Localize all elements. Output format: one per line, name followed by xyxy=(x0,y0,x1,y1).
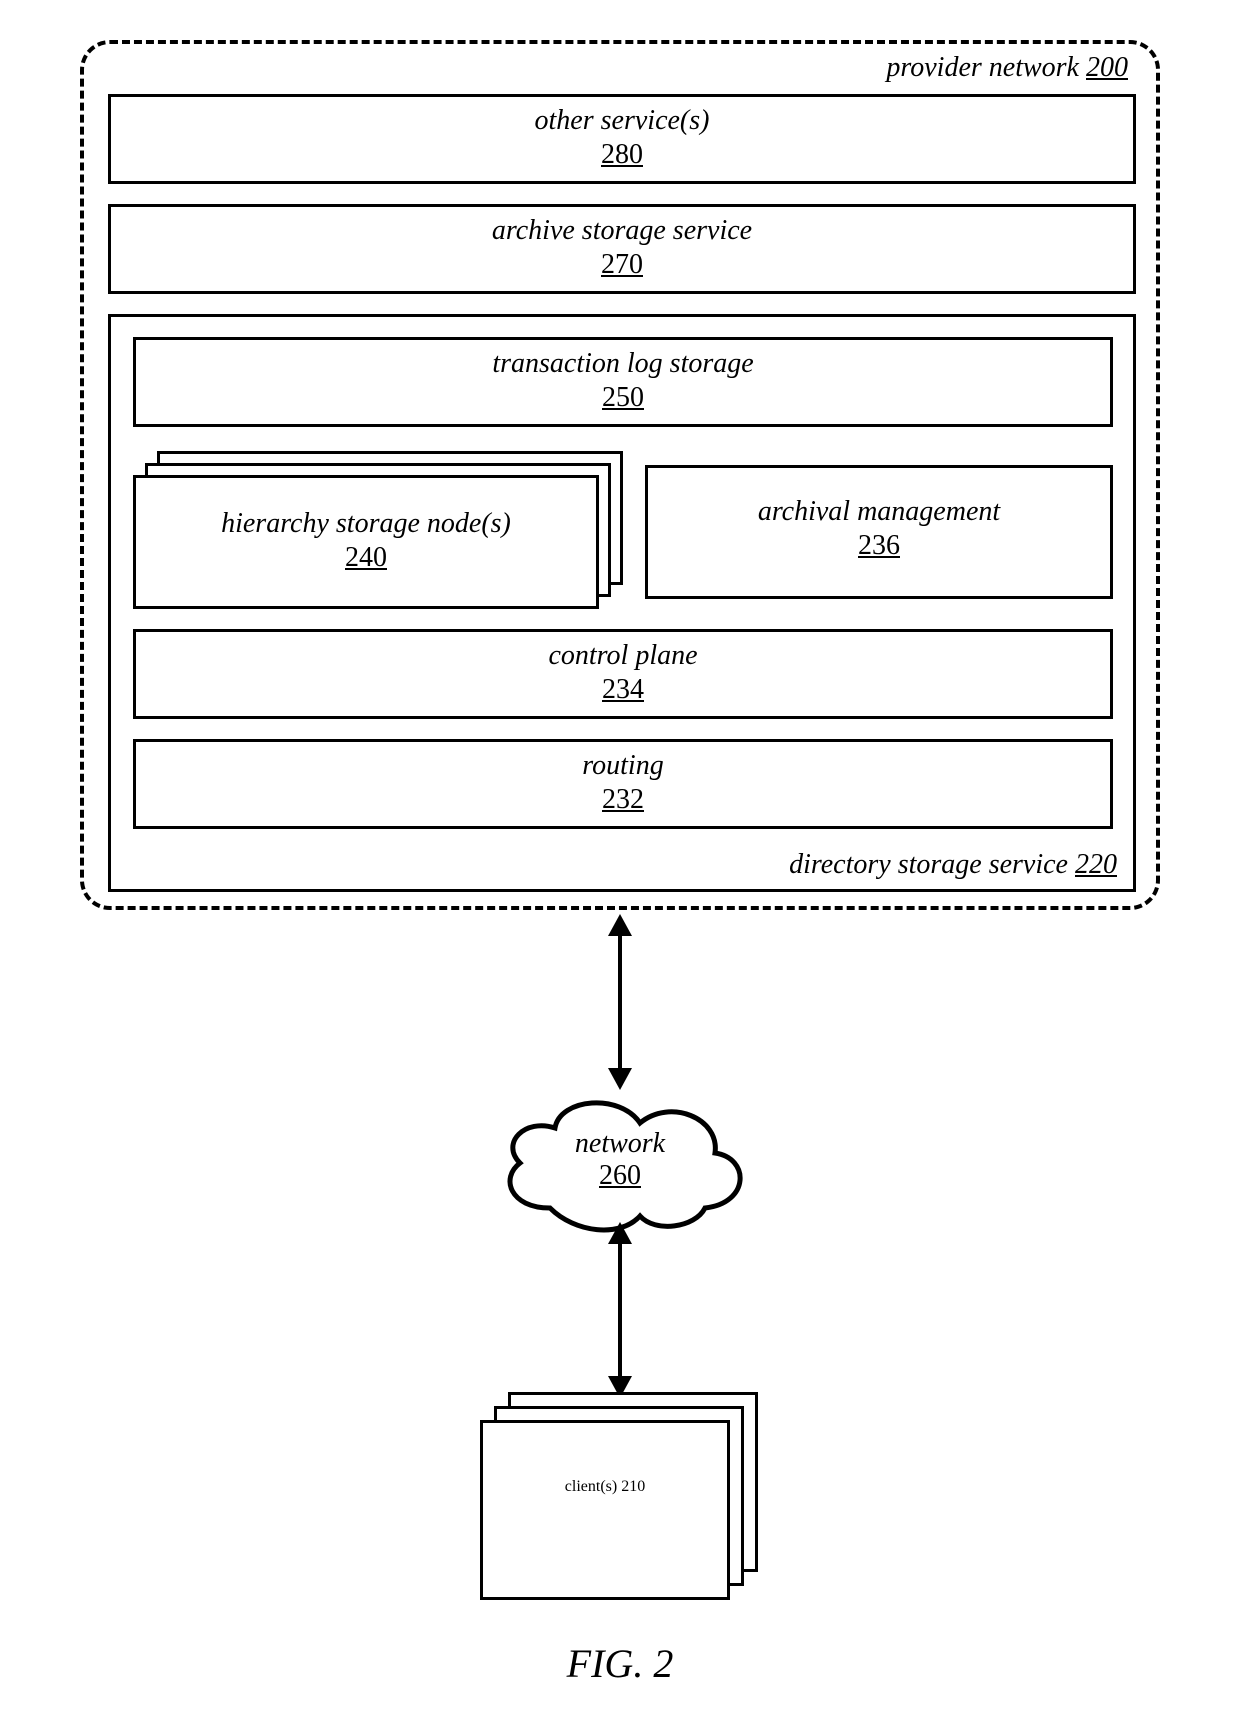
arrowhead-up-icon xyxy=(608,1222,632,1244)
directory-storage-service-box: transaction log storage 250 hierarchy st… xyxy=(108,314,1136,892)
routing-label: routing xyxy=(136,750,1110,782)
routing-box: routing 232 xyxy=(133,739,1113,829)
network-num: 260 xyxy=(480,1160,760,1192)
directory-storage-service-label: directory storage service 220 xyxy=(789,847,1117,881)
control-plane-label: control plane xyxy=(136,640,1110,672)
control-plane-num: 234 xyxy=(602,674,644,706)
figure-caption: FIG. 2 xyxy=(0,1640,1240,1687)
arrowhead-up-icon xyxy=(608,914,632,936)
archive-storage-service-label: archive storage service xyxy=(111,215,1133,247)
network-cloud: network 260 xyxy=(480,1078,760,1238)
provider-network-label: provider network 200 xyxy=(886,52,1128,84)
directory-storage-service-text: directory storage service xyxy=(789,849,1068,880)
diagram-canvas: provider network 200 other service(s) 28… xyxy=(0,0,1240,1733)
hierarchy-storage-node-stack: hierarchy storage node(s) 240 xyxy=(133,451,623,607)
other-services-label: other service(s) xyxy=(111,105,1133,137)
client-stack: client(s) 210 xyxy=(480,1392,770,1602)
archive-storage-service-box: archive storage service 270 xyxy=(108,204,1136,294)
network-label: network xyxy=(575,1128,665,1159)
hierarchy-storage-node-label: hierarchy storage node(s) xyxy=(136,508,596,540)
routing-num: 232 xyxy=(602,784,644,816)
connector-line xyxy=(618,1230,622,1390)
hierarchy-storage-node-num: 240 xyxy=(345,542,387,574)
client-num: 210 xyxy=(621,1478,645,1495)
other-services-num: 280 xyxy=(601,139,643,171)
provider-network-num: 200 xyxy=(1086,52,1128,83)
archival-management-box: archival management 236 xyxy=(645,465,1113,599)
archival-management-label: archival management xyxy=(648,496,1110,528)
provider-network-box: provider network 200 other service(s) 28… xyxy=(80,40,1160,910)
transaction-log-storage-label: transaction log storage xyxy=(136,348,1110,380)
archival-management-num: 236 xyxy=(858,530,900,562)
other-services-box: other service(s) 280 xyxy=(108,94,1136,184)
connector-line xyxy=(618,922,622,1082)
network-label-group: network 260 xyxy=(480,1128,760,1192)
control-plane-box: control plane 234 xyxy=(133,629,1113,719)
client-label: client(s) xyxy=(565,1478,617,1495)
client-box: client(s) 210 xyxy=(480,1420,730,1600)
provider-network-text: provider network xyxy=(886,52,1079,83)
hierarchy-storage-node-box: hierarchy storage node(s) 240 xyxy=(133,475,599,609)
transaction-log-storage-box: transaction log storage 250 xyxy=(133,337,1113,427)
archive-storage-service-num: 270 xyxy=(601,249,643,281)
directory-storage-service-num: 220 xyxy=(1075,849,1117,881)
transaction-log-storage-num: 250 xyxy=(602,382,644,414)
